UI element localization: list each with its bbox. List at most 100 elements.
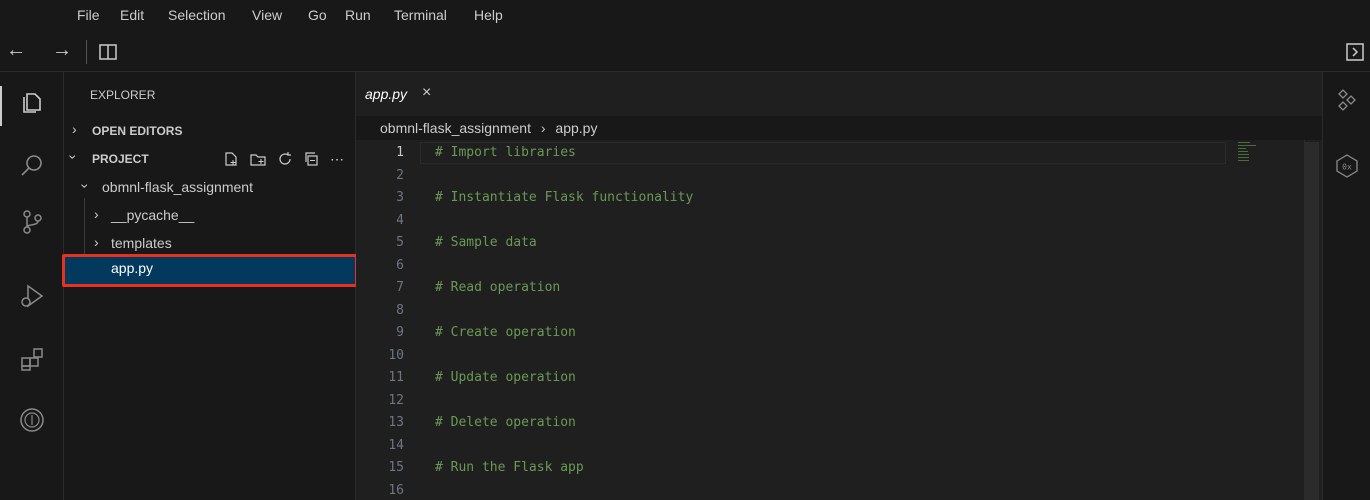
code-line[interactable]: 14: [356, 435, 1256, 457]
code-line[interactable]: 11 # Update operation: [356, 367, 1256, 389]
svg-text:0x: 0x: [1342, 163, 1352, 172]
open-editors-label: OPEN EDITORS: [92, 124, 183, 138]
refresh-icon[interactable]: [277, 151, 293, 167]
line-number: 13: [388, 415, 404, 430]
code-text: # Instantiate Flask functionality: [435, 190, 694, 205]
line-number: 10: [388, 347, 404, 363]
folder-pycache-label: __pycache__: [111, 207, 195, 223]
line-number: 7: [396, 280, 404, 295]
line-number: 9: [396, 325, 404, 340]
menu-run[interactable]: Run: [345, 7, 371, 23]
code-line[interactable]: 9 # Create operation: [356, 322, 1256, 344]
tab-label: app.py: [365, 86, 408, 102]
hex-icon[interactable]: 0x: [1335, 154, 1359, 181]
tab-app-py[interactable]: app.py ×: [356, 72, 452, 116]
code-line[interactable]: 4: [356, 210, 1256, 232]
code-line[interactable]: 15 # Run the Flask app: [356, 457, 1256, 479]
chevron-right-icon: ›: [94, 206, 99, 222]
explorer-title: EXPLORER: [90, 88, 156, 102]
badge-icon[interactable]: [18, 406, 46, 434]
breadcrumb: obmnl-flask_assignment › app.py: [380, 120, 597, 136]
open-editors-section[interactable]: › OPEN EDITORS: [64, 118, 356, 144]
highlight-annotation: [62, 254, 358, 287]
run-debug-icon[interactable]: [18, 282, 46, 310]
code-text: # Create operation: [435, 325, 576, 340]
line-number: 3: [396, 190, 404, 205]
code-line[interactable]: 2: [356, 165, 1256, 187]
menu-view[interactable]: View: [252, 7, 282, 23]
arrow-right-icon[interactable]: →: [52, 39, 72, 62]
menu-bar: File Edit Selection View Go Run Terminal…: [0, 0, 1370, 32]
editor-tab-bar: app.py ×: [356, 72, 1322, 116]
panel-toggle-icon[interactable]: [1345, 42, 1365, 65]
line-number: 11: [388, 370, 404, 385]
folder-root[interactable]: › obmnl-flask_assignment: [64, 175, 356, 201]
line-number: 8: [396, 302, 404, 318]
code-text: # Import libraries: [435, 145, 576, 160]
menu-terminal[interactable]: Terminal: [394, 7, 447, 23]
line-number: 16: [388, 482, 404, 498]
search-icon[interactable]: [18, 152, 46, 180]
files-icon[interactable]: [18, 88, 46, 116]
line-number: 14: [388, 437, 404, 453]
line-number: 2: [396, 167, 404, 183]
menu-selection[interactable]: Selection: [168, 7, 226, 23]
project-section[interactable]: › PROJECT ⋯: [64, 146, 356, 172]
code-text: # Read operation: [435, 280, 561, 295]
folder-root-label: obmnl-flask_assignment: [102, 179, 253, 195]
chevron-right-icon: ›: [540, 120, 546, 136]
folder-pycache[interactable]: › __pycache__: [64, 203, 356, 229]
code-line[interactable]: 6: [356, 255, 1256, 277]
line-number: 12: [388, 392, 404, 408]
code-line[interactable]: 13 # Delete operation: [356, 412, 1256, 434]
line-number: 5: [396, 235, 404, 250]
activity-bar: [0, 72, 64, 500]
project-label: PROJECT: [92, 152, 149, 166]
chevron-down-icon: ›: [65, 154, 82, 160]
close-icon[interactable]: ×: [422, 84, 431, 102]
menu-help[interactable]: Help: [474, 7, 503, 23]
nav-divider: [86, 40, 87, 64]
collapse-all-icon[interactable]: [304, 151, 320, 167]
new-file-icon[interactable]: [223, 151, 239, 167]
breadcrumb-file[interactable]: app.py: [555, 120, 597, 136]
breadcrumb-folder[interactable]: obmnl-flask_assignment: [380, 120, 531, 136]
chevron-right-icon: ›: [72, 121, 77, 137]
scroll-thumb[interactable]: [1305, 142, 1319, 500]
code-line[interactable]: 1 # Import libraries: [356, 142, 1256, 164]
line-number: 6: [396, 257, 404, 273]
line-number: 15: [388, 460, 404, 475]
tree-icon[interactable]: [1335, 88, 1359, 115]
chevron-down-icon: ›: [77, 183, 94, 189]
arrow-left-icon[interactable]: ←: [6, 39, 26, 62]
code-line[interactable]: 5 # Sample data: [356, 232, 1256, 254]
code-line[interactable]: 12: [356, 390, 1256, 412]
code-text: # Delete operation: [435, 415, 576, 430]
minimap[interactable]: [1238, 142, 1260, 162]
source-control-icon[interactable]: [18, 208, 46, 236]
secondary-bar: 0x: [1322, 72, 1370, 500]
menu-go[interactable]: Go: [308, 7, 327, 23]
chevron-right-icon: ›: [94, 234, 99, 250]
line-number: 1: [396, 145, 404, 160]
code-text: # Update operation: [435, 370, 576, 385]
menu-edit[interactable]: Edit: [120, 7, 144, 23]
code-line[interactable]: 7 # Read operation: [356, 277, 1256, 299]
navigation-bar: ← →: [0, 32, 1370, 72]
active-indicator: [0, 86, 2, 126]
explorer-actions: ⋯: [216, 150, 344, 168]
code-text: # Run the Flask app: [435, 460, 584, 475]
extensions-icon[interactable]: [18, 346, 46, 374]
layout-icon[interactable]: [98, 42, 118, 65]
line-number: 4: [396, 212, 404, 228]
code-line[interactable]: 10: [356, 345, 1256, 367]
folder-templates-label: templates: [111, 235, 172, 251]
new-folder-icon[interactable]: [250, 151, 266, 167]
code-line[interactable]: 8: [356, 300, 1256, 322]
menu-file[interactable]: File: [77, 7, 100, 23]
code-editor[interactable]: 1 # Import libraries 2 3 # Instantiate Flask…: [356, 140, 1304, 500]
code-line[interactable]: 16: [356, 480, 1256, 500]
editor-scrollbar[interactable]: [1304, 140, 1322, 500]
code-line[interactable]: 3 # Instantiate Flask functionality: [356, 187, 1256, 209]
more-actions-icon[interactable]: ⋯: [330, 151, 344, 167]
